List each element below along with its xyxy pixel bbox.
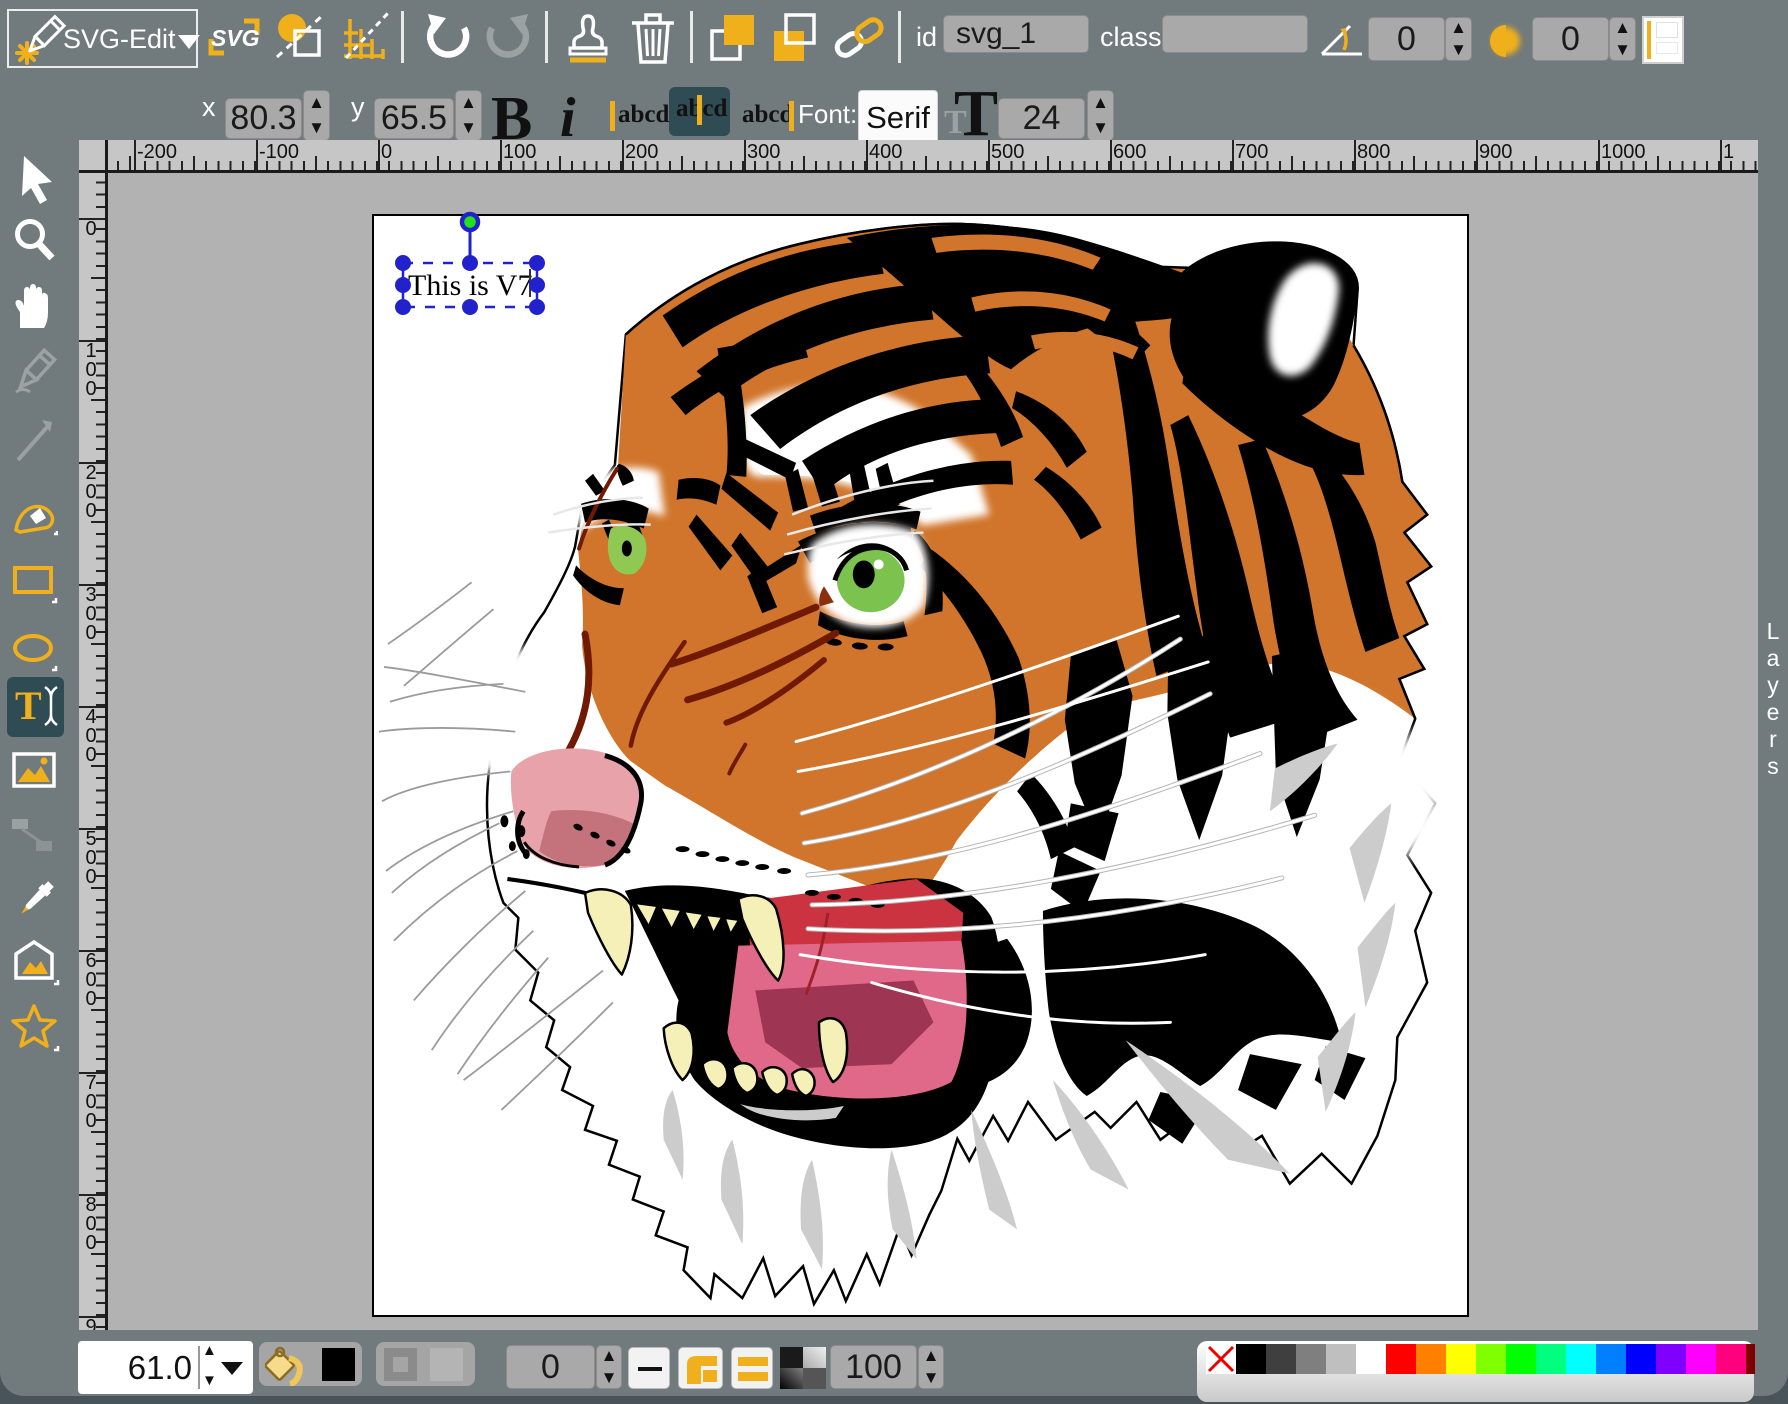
svg-text:SVG: SVG	[211, 25, 260, 51]
svg-text:This is V7: This is V7	[408, 269, 532, 302]
